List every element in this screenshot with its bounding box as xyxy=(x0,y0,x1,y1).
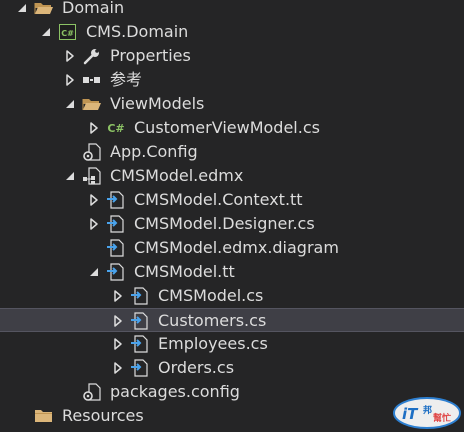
tree-item-cmsmodel-edmx-diagram[interactable]: CMSModel.edmx.diagram xyxy=(0,236,464,260)
tree-item-customerviewmodel-cs[interactable]: C# CustomerViewModel.cs xyxy=(0,116,464,140)
collapsed-arrow-icon[interactable] xyxy=(86,212,102,236)
tree-item-label: App.Config xyxy=(110,142,198,161)
config-file-icon xyxy=(82,140,102,164)
folder-open-icon xyxy=(34,0,54,20)
svg-text:C#: C# xyxy=(61,29,74,38)
tree-item-label: packages.config xyxy=(110,382,240,401)
collapsed-arrow-icon[interactable] xyxy=(86,116,102,140)
tree-item-label: Orders.cs xyxy=(158,358,235,377)
collapsed-arrow-icon[interactable] xyxy=(110,332,126,356)
expanded-arrow-icon[interactable] xyxy=(62,92,78,116)
generated-file-icon xyxy=(106,212,126,236)
expanded-arrow-icon[interactable] xyxy=(62,164,78,188)
tree-item-app-config[interactable]: App.Config xyxy=(0,140,464,164)
collapsed-arrow-icon[interactable] xyxy=(110,356,126,380)
tree-item-label: Customers.cs xyxy=(158,311,267,330)
csharp-project-icon: C# xyxy=(58,20,78,44)
collapsed-arrow-icon[interactable] xyxy=(62,44,78,68)
generated-file-icon xyxy=(130,356,150,380)
tree-item-cmsmodel-context-tt[interactable]: CMSModel.Context.tt xyxy=(0,188,464,212)
folder-closed-icon xyxy=(34,404,54,428)
tree-item-label: Employees.cs xyxy=(158,334,268,353)
svg-text:幫忙: 幫忙 xyxy=(433,412,451,424)
tree-item-label: CustomerViewModel.cs xyxy=(134,118,320,137)
tree-item-customers-cs[interactable]: Customers.cs xyxy=(0,308,464,332)
tree-item-cmsmodel-edmx[interactable]: CMSModel.edmx xyxy=(0,164,464,188)
tree-item-label: CMS.Domain xyxy=(86,22,189,41)
tree-item-properties[interactable]: Properties xyxy=(0,44,464,68)
expanded-arrow-icon[interactable] xyxy=(14,0,30,20)
expanded-arrow-icon[interactable] xyxy=(86,260,102,284)
tree-item-label: CMSModel.cs xyxy=(158,286,264,305)
wrench-icon xyxy=(82,44,102,68)
ithome-watermark-logo: iT 邦幫忙 xyxy=(393,397,461,429)
generated-file-icon xyxy=(130,332,150,356)
edmx-file-icon xyxy=(82,164,102,188)
collapsed-arrow-icon[interactable] xyxy=(110,284,126,308)
tree-item-label: CMSModel.edmx.diagram xyxy=(134,238,339,257)
generated-file-icon xyxy=(106,188,126,212)
tree-item-viewmodels[interactable]: ViewModels xyxy=(0,92,464,116)
tree-item-label: CMSModel.tt xyxy=(134,262,235,281)
collapsed-arrow-icon[interactable] xyxy=(110,309,126,333)
svg-text:iT: iT xyxy=(402,405,419,423)
generated-file-icon xyxy=(130,284,150,308)
tree-item-cmsmodel-designer-cs[interactable]: CMSModel.Designer.cs xyxy=(0,212,464,236)
tree-item-label: ViewModels xyxy=(110,94,205,113)
tree-item-label: 参考 xyxy=(110,70,143,89)
tree-item-orders-cs[interactable]: Orders.cs xyxy=(0,356,464,380)
tree-item-domain[interactable]: Domain xyxy=(0,0,464,20)
svg-text:C#: C# xyxy=(107,122,124,135)
tree-item-label: Resources xyxy=(62,406,144,425)
tree-item-label: CMSModel.Context.tt xyxy=(134,190,303,209)
tree-item-employees-cs[interactable]: Employees.cs xyxy=(0,332,464,356)
svg-text:邦: 邦 xyxy=(423,404,432,416)
generated-file-icon xyxy=(130,309,150,333)
generated-file-icon xyxy=(106,236,126,260)
tree-item-label: Domain xyxy=(62,0,125,17)
tree-item-label: CMSModel.edmx xyxy=(110,166,244,185)
generated-file-icon xyxy=(106,260,126,284)
folder-open-icon xyxy=(82,92,102,116)
collapsed-arrow-icon[interactable] xyxy=(62,68,78,92)
expanded-arrow-icon[interactable] xyxy=(38,20,54,44)
config-file-icon xyxy=(82,380,102,404)
solution-explorer-tree: Domain C# CMS.Domain Properties 参考 ViewModels… xyxy=(0,0,464,432)
csharp-file-icon: C# xyxy=(106,116,126,140)
tree-item-cmsmodel-cs[interactable]: CMSModel.cs xyxy=(0,284,464,308)
tree-item-references[interactable]: 参考 xyxy=(0,68,464,92)
collapsed-arrow-icon[interactable] xyxy=(86,188,102,212)
tree-item-cms-domain[interactable]: C# CMS.Domain xyxy=(0,20,464,44)
references-icon xyxy=(82,68,102,92)
tree-item-label: CMSModel.Designer.cs xyxy=(134,214,315,233)
tree-item-label: Properties xyxy=(110,46,191,65)
tree-item-cmsmodel-tt[interactable]: CMSModel.tt xyxy=(0,260,464,284)
